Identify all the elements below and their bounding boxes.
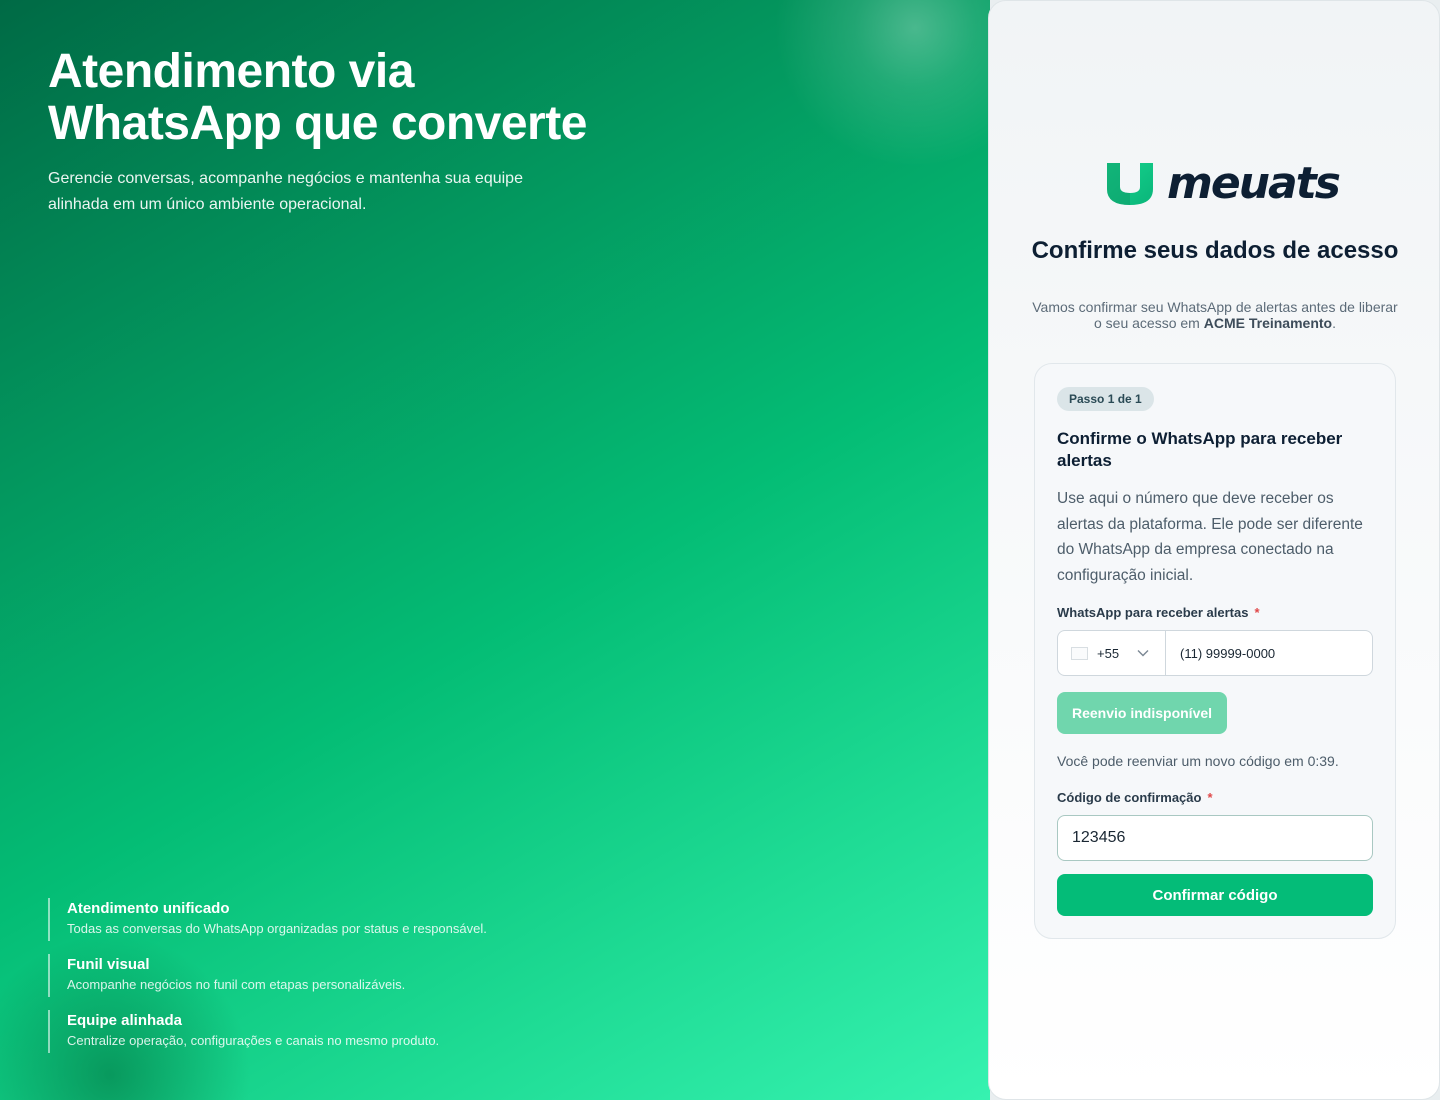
feature-description: Todas as conversas do WhatsApp organizad… <box>67 921 487 936</box>
country-code-select[interactable]: +55 <box>1058 631 1166 675</box>
phone-field: +55 <box>1057 630 1373 676</box>
panel-subtitle-end: . <box>1332 315 1336 331</box>
feature-title: Funil visual <box>67 956 150 973</box>
panel-title: Confirme seus dados de acesso <box>1031 237 1399 264</box>
access-panel: meuats Confirme seus dados de acesso Vam… <box>988 0 1440 1100</box>
feature-description: Acompanhe negócios no funil com etapas p… <box>67 977 406 992</box>
code-label: Código de confirmação * <box>1057 790 1213 805</box>
phone-label: WhatsApp para receber alertas * <box>1057 605 1260 620</box>
feature-title: Atendimento unificado <box>67 900 230 917</box>
confirm-code-button[interactable]: Confirmar código <box>1057 874 1373 916</box>
required-mark: * <box>1207 790 1213 805</box>
hero-subtitle: Gerencie conversas, acompanhe negócios e… <box>48 170 523 213</box>
feature-title: Equipe alinhada <box>67 1012 183 1029</box>
resend-button[interactable]: Reenvio indisponível <box>1057 692 1228 734</box>
country-code-value: +55 <box>1097 645 1120 661</box>
brand-logo: meuats <box>1107 158 1341 209</box>
feature-item: Equipe alinhada Centralize operação, con… <box>48 1010 648 1053</box>
card-description: Use aqui o número que deve receber os al… <box>1057 490 1363 585</box>
flag-icon <box>1071 646 1088 660</box>
logo-text: meuats <box>1167 158 1341 209</box>
phone-input[interactable] <box>1166 631 1372 675</box>
phone-label-text: WhatsApp para receber alertas <box>1057 605 1249 620</box>
code-label-text: Código de confirmação <box>1057 790 1202 805</box>
hero-title: Atendimento via WhatsApp que converte <box>48 45 587 150</box>
feature-item: Funil visual Acompanhe negócios no funil… <box>48 954 648 997</box>
resend-countdown: Você pode reenviar um novo código em 0:3… <box>1057 753 1339 769</box>
chevron-down-icon <box>1137 650 1149 657</box>
panel-subtitle: Vamos confirmar seu WhatsApp de alertas … <box>1029 299 1401 331</box>
required-mark: * <box>1254 605 1260 620</box>
feature-item: Atendimento unificado Todas as conversas… <box>48 898 648 941</box>
step-badge: Passo 1 de 1 <box>1057 387 1154 411</box>
confirmation-code-input[interactable] <box>1057 815 1373 861</box>
hero-section: Atendimento via WhatsApp que converte Ge… <box>0 0 990 1100</box>
feature-list: Atendimento unificado Todas as conversas… <box>48 898 648 1066</box>
feature-description: Centralize operação, configurações e can… <box>67 1033 440 1048</box>
logo-mark-icon <box>1107 163 1153 205</box>
card-title: Confirme o WhatsApp para receber alertas <box>1057 429 1343 470</box>
company-name: ACME Treinamento <box>1203 315 1333 331</box>
confirmation-card: Passo 1 de 1 Confirme o WhatsApp para re… <box>1034 363 1396 939</box>
